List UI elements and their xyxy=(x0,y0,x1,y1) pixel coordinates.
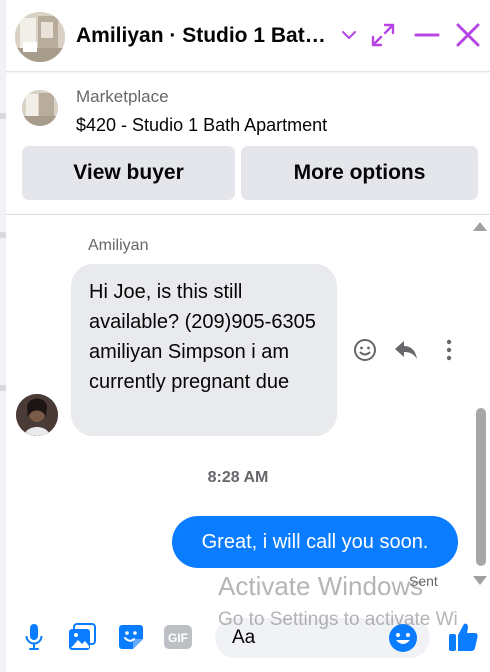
outgoing-message-bubble[interactable]: Great, i will call you soon. xyxy=(172,516,458,568)
close-icon[interactable] xyxy=(453,20,483,50)
gif-icon[interactable]: GIF xyxy=(163,622,193,652)
scrollbar-thumb[interactable] xyxy=(476,408,486,566)
svg-text:GIF: GIF xyxy=(168,631,188,645)
photo-icon[interactable] xyxy=(67,622,97,652)
edge-mark xyxy=(0,385,6,391)
microphone-icon[interactable] xyxy=(19,622,49,652)
incoming-message-bubble[interactable]: Hi Joe, is this still available? (209)90… xyxy=(71,264,337,436)
listing-title[interactable]: $420 - Studio 1 Bath Apartment xyxy=(76,115,327,136)
listing-thumbnail xyxy=(22,90,58,126)
activation-watermark-title: Activate Windows xyxy=(218,571,424,601)
marketplace-listing[interactable]: Marketplace $420 - Studio 1 Bath Apartme… xyxy=(6,82,490,142)
marketplace-label: Marketplace xyxy=(76,87,169,106)
edge-mark xyxy=(0,232,6,238)
sender-name: Amiliyan xyxy=(88,237,149,254)
sender-avatar[interactable] xyxy=(16,394,58,436)
chat-window: Amiliyan · Studio 1 Bat… Marketplace $42… xyxy=(0,0,490,672)
divider xyxy=(6,214,490,215)
scroll-up-arrow[interactable] xyxy=(473,222,487,231)
message-timestamp: 8:28 AM xyxy=(207,469,269,486)
chevron-down-icon[interactable] xyxy=(334,20,364,50)
chat-title[interactable]: Amiliyan · Studio 1 Bat… xyxy=(76,24,326,48)
scroll-down-arrow[interactable] xyxy=(473,576,487,585)
more-options-button[interactable]: More options xyxy=(241,146,478,200)
listing-avatar[interactable] xyxy=(15,12,65,62)
chat-header: Amiliyan · Studio 1 Bat… xyxy=(6,0,490,72)
sticker-icon[interactable] xyxy=(116,622,146,652)
view-buyer-button[interactable]: View buyer xyxy=(22,146,235,200)
minimize-icon[interactable] xyxy=(412,20,442,50)
more-icon[interactable] xyxy=(435,336,463,364)
activation-watermark-subtitle: Go to Settings to activate Wi xyxy=(218,609,458,630)
smiley-icon[interactable] xyxy=(351,336,379,364)
expand-icon[interactable] xyxy=(368,20,398,50)
reply-icon[interactable] xyxy=(392,336,420,364)
